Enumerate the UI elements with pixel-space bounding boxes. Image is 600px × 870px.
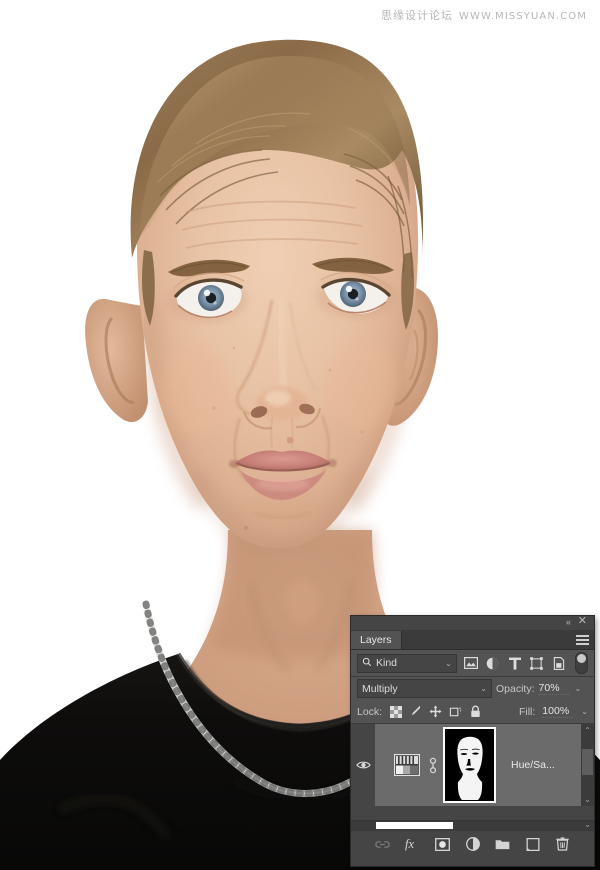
adjustment-layer-filter-icon[interactable] [484, 655, 501, 672]
opacity-chevron-down-icon[interactable]: ⌄ [575, 684, 582, 693]
chevron-down-icon[interactable]: ⌄ [480, 684, 487, 693]
layers-panel[interactable]: « ✕ Layers Kind ⌄ Multiply ⌄ Opacity: 70… [351, 616, 594, 866]
layer-mask-thumbnail[interactable] [445, 729, 494, 801]
watermark-url: WWW.MISSYUAN.COM [459, 11, 587, 22]
svg-text:fx: fx [405, 837, 414, 851]
layer-list-horizontal-scrollbar[interactable]: ⌄ [351, 820, 594, 830]
lock-position-icon[interactable] [429, 705, 442, 718]
layer-list-vertical-scrollbar[interactable]: ⌃ ⌄ [581, 724, 594, 806]
shape-layer-filter-icon[interactable] [528, 655, 545, 672]
new-layer-button[interactable] [525, 836, 541, 852]
hamburger-menu-icon[interactable] [576, 635, 589, 645]
layer-style-button[interactable]: fx [405, 836, 421, 852]
filter-kind-select[interactable]: Kind ⌄ [357, 653, 457, 673]
lock-artboard-nesting-icon[interactable] [449, 705, 462, 718]
pixel-layer-filter-icon[interactable] [462, 655, 479, 672]
type-layer-filter-icon[interactable] [506, 655, 523, 672]
collapse-icon[interactable]: « [566, 617, 571, 628]
magnifier-icon [362, 657, 372, 670]
lock-image-pixels-icon[interactable] [409, 705, 422, 718]
panel-footer [351, 857, 594, 866]
layer-name-label[interactable]: Hue/Sa... [511, 759, 555, 771]
opacity-label: Opacity: [496, 682, 535, 695]
vertical-scroll-thumb[interactable] [582, 749, 593, 775]
filter-kind-label: Kind [376, 657, 398, 669]
chevron-down-icon[interactable]: ⌄ [445, 659, 452, 668]
lock-label: Lock: [357, 705, 383, 718]
horizontal-scroll-thumb[interactable] [376, 822, 453, 829]
layer-list[interactable]: Hue/Sa... ⌃ ⌄ [351, 724, 594, 820]
vertical-scroll-track[interactable] [581, 737, 594, 793]
layer-filter-row[interactable]: Kind ⌄ [351, 650, 594, 677]
link-layers-button[interactable] [375, 836, 391, 852]
watermark-chinese: 思缘设计论坛 [381, 9, 454, 22]
delete-layer-button[interactable] [555, 836, 571, 852]
panel-tab-row[interactable]: Layers [351, 631, 594, 650]
new-group-button[interactable] [495, 836, 511, 852]
tab-layers[interactable]: Layers [351, 631, 402, 649]
eye-icon [355, 761, 371, 769]
hue-saturation-adjustment-thumbnail[interactable] [391, 749, 423, 781]
lock-all-icon[interactable] [469, 705, 482, 718]
close-icon[interactable]: ✕ [578, 616, 587, 627]
layer-visibility-toggle[interactable] [351, 724, 375, 806]
lock-transparent-pixels-icon[interactable] [389, 705, 402, 718]
filter-enable-toggle[interactable] [575, 652, 588, 674]
fill-chevron-down-icon[interactable]: ⌄ [581, 707, 588, 716]
layer-mask-link-icon[interactable] [423, 757, 443, 774]
blend-mode-row[interactable]: Multiply ⌄ Opacity: 70% ⌄ [351, 677, 594, 700]
blend-mode-value: Multiply [362, 682, 398, 695]
new-adjustment-layer-button[interactable] [465, 836, 481, 852]
layer-row[interactable]: Hue/Sa... ⌃ ⌄ [351, 724, 594, 806]
add-layer-mask-button[interactable] [435, 836, 451, 852]
blend-mode-select[interactable]: Multiply ⌄ [357, 679, 492, 698]
scroll-down-arrow-icon[interactable]: ⌄ [584, 793, 591, 806]
smart-object-filter-icon[interactable] [550, 655, 567, 672]
scroll-up-arrow-icon[interactable]: ⌃ [584, 724, 591, 737]
panel-titlebar[interactable]: « ✕ [351, 616, 594, 631]
fill-label: Fill: [518, 705, 536, 718]
fill-input[interactable]: 100% [542, 705, 573, 718]
horizontal-scroll-chevron-icon[interactable]: ⌄ [584, 820, 591, 829]
lock-row[interactable]: Lock: Fill: 100% ⌄ [351, 700, 594, 724]
watermark: 思缘设计论坛 WWW.MISSYUAN.COM [381, 7, 587, 23]
layers-panel-bottom-toolbar[interactable]: fx [351, 830, 594, 857]
opacity-input[interactable]: 70% [538, 682, 569, 695]
